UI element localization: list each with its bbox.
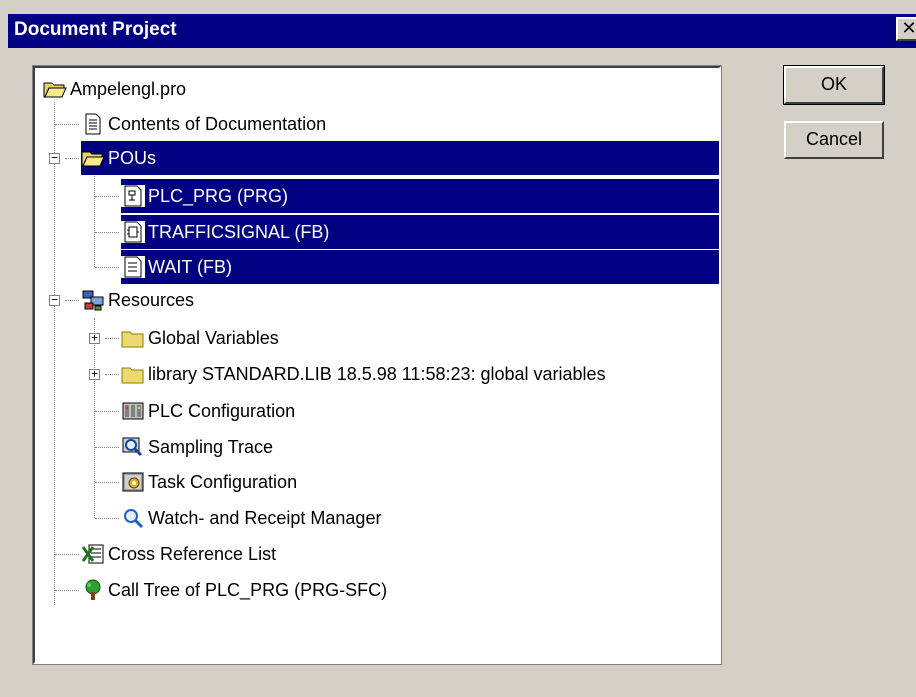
tree-item-root[interactable]: Ampelengl.pro [43, 72, 189, 106]
open-folder-icon [43, 82, 67, 98]
tree-item-label: Resources [108, 289, 195, 310]
tree-item-sampling-trace[interactable]: Sampling Trace [121, 430, 276, 464]
tree-item-label: WAIT (FB) [148, 256, 232, 277]
tree-item-wait[interactable]: WAIT (FB) [121, 250, 719, 284]
close-icon: ✕ [901, 18, 916, 38]
tree-item-label: PLC_PRG (PRG) [148, 185, 289, 206]
expand-global-variables-toggle[interactable]: + [89, 332, 100, 344]
tree-line [65, 158, 79, 159]
tree-line [105, 338, 119, 339]
tree-item-contents[interactable]: Contents of Documentation [81, 107, 329, 141]
tree-line [94, 318, 95, 518]
tree-item-global-variables[interactable]: Global Variables [121, 321, 282, 355]
title-bar: Document Project ✕ [8, 14, 916, 48]
tree-item-watch-manager[interactable]: Watch- and Receipt Manager [121, 501, 384, 535]
tree-item-library[interactable]: library STANDARD.LIB 18.5.98 11:58:23: g… [121, 357, 609, 391]
tree-item-label: POUs [108, 147, 157, 168]
document-icon [85, 113, 101, 135]
tree-item-trafficsignal[interactable]: TRAFFICSIGNAL (FB) [121, 215, 719, 249]
tree-line [95, 411, 119, 412]
cross-reference-icon [81, 544, 104, 564]
project-tree[interactable]: − − + + Ampelengl.pro Contents of Docume… [32, 65, 722, 665]
tree-line [105, 374, 119, 375]
tree-item-label: Call Tree of PLC_PRG (PRG-SFC) [108, 579, 388, 600]
open-folder-icon [81, 151, 105, 167]
tree-item-label: library STANDARD.LIB 18.5.98 11:58:23: g… [148, 363, 606, 384]
task-configuration-icon [122, 472, 144, 492]
resources-icon [82, 290, 104, 311]
tree-line [95, 482, 119, 483]
plc-configuration-icon [122, 402, 144, 420]
tree-item-label: Task Configuration [148, 471, 298, 492]
tree-line [95, 196, 119, 197]
tree-item-resources[interactable]: Resources [81, 283, 197, 317]
tree-line [95, 447, 119, 448]
tree-item-label: TRAFFICSIGNAL (FB) [148, 221, 330, 242]
tree-item-plc-configuration[interactable]: PLC Configuration [121, 394, 298, 428]
folder-icon [121, 331, 144, 348]
tree-item-cross-reference[interactable]: Cross Reference List [81, 537, 279, 571]
tree-line [55, 124, 79, 125]
tree-item-label: Cross Reference List [108, 543, 277, 564]
document-icon [121, 256, 145, 278]
collapse-pous-toggle[interactable]: − [49, 152, 60, 164]
tree-item-label: Watch- and Receipt Manager [148, 507, 382, 528]
program-icon [121, 185, 145, 207]
tree-item-label: PLC Configuration [148, 400, 296, 421]
tree-line [95, 267, 119, 268]
tree-item-label: Sampling Trace [148, 436, 274, 457]
close-button[interactable]: ✕ [896, 17, 916, 41]
tree-line [55, 590, 79, 591]
tree-item-pous[interactable]: POUs [81, 141, 719, 175]
tree-line [94, 172, 95, 267]
tree-line [95, 232, 119, 233]
tree-line [55, 554, 79, 555]
tree-item-label: Global Variables [148, 327, 279, 348]
window-title: Document Project [14, 19, 177, 40]
tree-line [65, 300, 79, 301]
sampling-trace-icon [122, 437, 143, 457]
tree-item-plc-prg[interactable]: PLC_PRG (PRG) [121, 179, 719, 213]
tree-item-label: Contents of Documentation [108, 113, 327, 134]
ok-button[interactable]: OK [783, 65, 885, 105]
cancel-button[interactable]: Cancel [784, 121, 884, 159]
folder-icon [121, 367, 144, 384]
tree-icon [85, 579, 101, 600]
tree-line [95, 518, 119, 519]
document-project-dialog: Document Project ✕ OK Cancel − − + + Amp… [0, 0, 916, 697]
tree-line [54, 102, 55, 605]
tree-item-task-configuration[interactable]: Task Configuration [121, 465, 300, 499]
function-block-icon [121, 221, 145, 243]
tree-item-label: Ampelengl.pro [70, 78, 187, 99]
collapse-resources-toggle[interactable]: − [49, 294, 60, 306]
magnifier-icon [124, 509, 144, 529]
expand-library-toggle[interactable]: + [89, 368, 100, 380]
tree-item-call-tree[interactable]: Call Tree of PLC_PRG (PRG-SFC) [81, 573, 390, 607]
